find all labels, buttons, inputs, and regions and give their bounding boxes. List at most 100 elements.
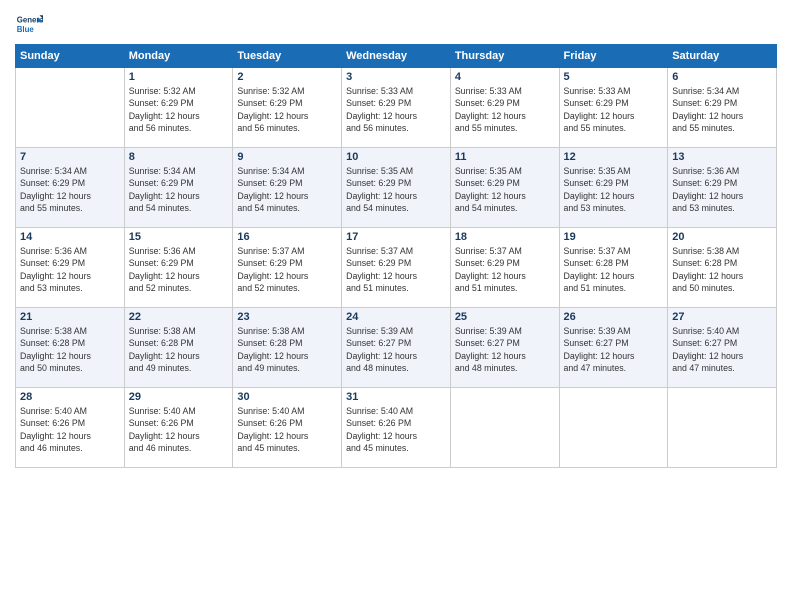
day-number: 2 <box>237 71 337 83</box>
weekday-header-sunday: Sunday <box>16 45 125 68</box>
day-info: Sunrise: 5:37 AM Sunset: 6:29 PM Dayligh… <box>237 245 337 294</box>
day-info: Sunrise: 5:40 AM Sunset: 6:26 PM Dayligh… <box>20 405 120 454</box>
calendar-cell: 28 Sunrise: 5:40 AM Sunset: 6:26 PM Dayli… <box>16 388 125 468</box>
day-info: Sunrise: 5:34 AM Sunset: 6:29 PM Dayligh… <box>129 165 229 214</box>
day-info: Sunrise: 5:36 AM Sunset: 6:29 PM Dayligh… <box>129 245 229 294</box>
logo-icon: General Blue <box>15 10 43 38</box>
day-info: Sunrise: 5:36 AM Sunset: 6:29 PM Dayligh… <box>20 245 120 294</box>
calendar-cell: 27 Sunrise: 5:40 AM Sunset: 6:27 PM Dayli… <box>668 308 777 388</box>
calendar-cell: 6 Sunrise: 5:34 AM Sunset: 6:29 PM Daylig… <box>668 68 777 148</box>
day-info: Sunrise: 5:37 AM Sunset: 6:29 PM Dayligh… <box>346 245 446 294</box>
calendar-cell: 17 Sunrise: 5:37 AM Sunset: 6:29 PM Dayli… <box>342 228 451 308</box>
day-info: Sunrise: 5:35 AM Sunset: 6:29 PM Dayligh… <box>455 165 555 214</box>
day-number: 11 <box>455 151 555 163</box>
day-number: 7 <box>20 151 120 163</box>
calendar-cell: 13Sunrise: 5:36 AM Sunset: 6:29 PM Dayli… <box>668 148 777 228</box>
day-number: 5 <box>564 71 664 83</box>
calendar-cell <box>668 388 777 468</box>
day-number: 24 <box>346 311 446 323</box>
calendar-week-3: 14 Sunrise: 5:36 AM Sunset: 6:29 PM Dayli… <box>16 228 777 308</box>
calendar-week-5: 28 Sunrise: 5:40 AM Sunset: 6:26 PM Dayli… <box>16 388 777 468</box>
day-number: 12 <box>564 151 664 163</box>
day-number: 18 <box>455 231 555 243</box>
day-info: Sunrise: 5:37 AM Sunset: 6:29 PM Dayligh… <box>455 245 555 294</box>
day-info: Sunrise: 5:40 AM Sunset: 6:26 PM Dayligh… <box>346 405 446 454</box>
day-number: 10 <box>346 151 446 163</box>
calendar-cell: 25Sunrise: 5:39 AM Sunset: 6:27 PM Dayli… <box>450 308 559 388</box>
weekday-header-saturday: Saturday <box>668 45 777 68</box>
day-number: 8 <box>129 151 229 163</box>
day-number: 26 <box>564 311 664 323</box>
day-number: 13 <box>672 151 772 163</box>
calendar-cell: 21Sunrise: 5:38 AM Sunset: 6:28 PM Dayli… <box>16 308 125 388</box>
calendar-cell: 15 Sunrise: 5:36 AM Sunset: 6:29 PM Dayli… <box>124 228 233 308</box>
weekday-header-thursday: Thursday <box>450 45 559 68</box>
weekday-header-monday: Monday <box>124 45 233 68</box>
calendar-cell: 30 Sunrise: 5:40 AM Sunset: 6:26 PM Dayli… <box>233 388 342 468</box>
day-number: 6 <box>672 71 772 83</box>
calendar-header: SundayMondayTuesdayWednesdayThursdayFrid… <box>16 45 777 68</box>
day-info: Sunrise: 5:37 AM Sunset: 6:28 PM Dayligh… <box>564 245 664 294</box>
calendar-cell: 3 Sunrise: 5:33 AM Sunset: 6:29 PM Daylig… <box>342 68 451 148</box>
calendar-cell <box>16 68 125 148</box>
day-info: Sunrise: 5:33 AM Sunset: 6:29 PM Dayligh… <box>455 85 555 134</box>
calendar-cell: 2 Sunrise: 5:32 AM Sunset: 6:29 PM Daylig… <box>233 68 342 148</box>
calendar-week-4: 21 Sunrise: 5:38 AM Sunset: 6:28 PM Dayli… <box>16 308 777 388</box>
day-number: 14 <box>20 231 120 243</box>
day-info: Sunrise: 5:32 AM Sunset: 6:29 PM Dayligh… <box>129 85 229 134</box>
day-number: 29 <box>129 391 229 403</box>
day-number: 1 <box>129 71 229 83</box>
day-info: Sunrise: 5:40 AM Sunset: 6:26 PM Dayligh… <box>237 405 337 454</box>
calendar-cell: 18 Sunrise: 5:37 AM Sunset: 6:29 PM Dayli… <box>450 228 559 308</box>
calendar-cell: 29Sunrise: 5:40 AM Sunset: 6:26 PM Dayli… <box>124 388 233 468</box>
day-info: Sunrise: 5:38 AM Sunset: 6:28 PM Dayligh… <box>672 245 772 294</box>
day-info: Sunrise: 5:34 AM Sunset: 6:29 PM Dayligh… <box>20 165 120 214</box>
calendar-cell: 19 Sunrise: 5:37 AM Sunset: 6:28 PM Dayli… <box>559 228 668 308</box>
day-info: Sunrise: 5:34 AM Sunset: 6:29 PM Dayligh… <box>237 165 337 214</box>
day-info: Sunrise: 5:39 AM Sunset: 6:27 PM Dayligh… <box>564 325 664 374</box>
day-info: Sunrise: 5:33 AM Sunset: 6:29 PM Dayligh… <box>564 85 664 134</box>
day-info: Sunrise: 5:35 AM Sunset: 6:29 PM Dayligh… <box>346 165 446 214</box>
day-info: Sunrise: 5:38 AM Sunset: 6:28 PM Dayligh… <box>129 325 229 374</box>
day-number: 19 <box>564 231 664 243</box>
weekday-header-wednesday: Wednesday <box>342 45 451 68</box>
calendar-cell: 20 Sunrise: 5:38 AM Sunset: 6:28 PM Dayli… <box>668 228 777 308</box>
day-number: 21 <box>20 311 120 323</box>
calendar-cell: 5 Sunrise: 5:33 AM Sunset: 6:29 PM Daylig… <box>559 68 668 148</box>
calendar-cell: 10 Sunrise: 5:35 AM Sunset: 6:29 PM Dayli… <box>342 148 451 228</box>
day-info: Sunrise: 5:40 AM Sunset: 6:27 PM Dayligh… <box>672 325 772 374</box>
svg-text:Blue: Blue <box>17 25 35 34</box>
day-number: 31 <box>346 391 446 403</box>
calendar-cell <box>559 388 668 468</box>
day-number: 27 <box>672 311 772 323</box>
calendar-cell: 24Sunrise: 5:39 AM Sunset: 6:27 PM Dayli… <box>342 308 451 388</box>
calendar-cell: 12 Sunrise: 5:35 AM Sunset: 6:29 PM Dayli… <box>559 148 668 228</box>
calendar-cell: 7 Sunrise: 5:34 AM Sunset: 6:29 PM Daylig… <box>16 148 125 228</box>
day-number: 17 <box>346 231 446 243</box>
day-number: 4 <box>455 71 555 83</box>
day-number: 16 <box>237 231 337 243</box>
logo: General Blue <box>15 10 45 38</box>
calendar-cell: 23Sunrise: 5:38 AM Sunset: 6:28 PM Dayli… <box>233 308 342 388</box>
day-number: 15 <box>129 231 229 243</box>
calendar-table: SundayMondayTuesdayWednesdayThursdayFrid… <box>15 44 777 468</box>
day-number: 3 <box>346 71 446 83</box>
day-number: 28 <box>20 391 120 403</box>
day-info: Sunrise: 5:32 AM Sunset: 6:29 PM Dayligh… <box>237 85 337 134</box>
day-info: Sunrise: 5:35 AM Sunset: 6:29 PM Dayligh… <box>564 165 664 214</box>
day-info: Sunrise: 5:33 AM Sunset: 6:29 PM Dayligh… <box>346 85 446 134</box>
calendar-cell: 4 Sunrise: 5:33 AM Sunset: 6:29 PM Daylig… <box>450 68 559 148</box>
calendar-cell: 16 Sunrise: 5:37 AM Sunset: 6:29 PM Dayli… <box>233 228 342 308</box>
weekday-header-tuesday: Tuesday <box>233 45 342 68</box>
day-number: 20 <box>672 231 772 243</box>
day-number: 9 <box>237 151 337 163</box>
calendar-cell: 14 Sunrise: 5:36 AM Sunset: 6:29 PM Dayli… <box>16 228 125 308</box>
calendar-cell: 8 Sunrise: 5:34 AM Sunset: 6:29 PM Daylig… <box>124 148 233 228</box>
day-info: Sunrise: 5:38 AM Sunset: 6:28 PM Dayligh… <box>237 325 337 374</box>
day-info: Sunrise: 5:39 AM Sunset: 6:27 PM Dayligh… <box>455 325 555 374</box>
day-number: 30 <box>237 391 337 403</box>
calendar-cell: 1 Sunrise: 5:32 AM Sunset: 6:29 PM Daylig… <box>124 68 233 148</box>
weekday-header-friday: Friday <box>559 45 668 68</box>
day-number: 22 <box>129 311 229 323</box>
day-info: Sunrise: 5:34 AM Sunset: 6:29 PM Dayligh… <box>672 85 772 134</box>
